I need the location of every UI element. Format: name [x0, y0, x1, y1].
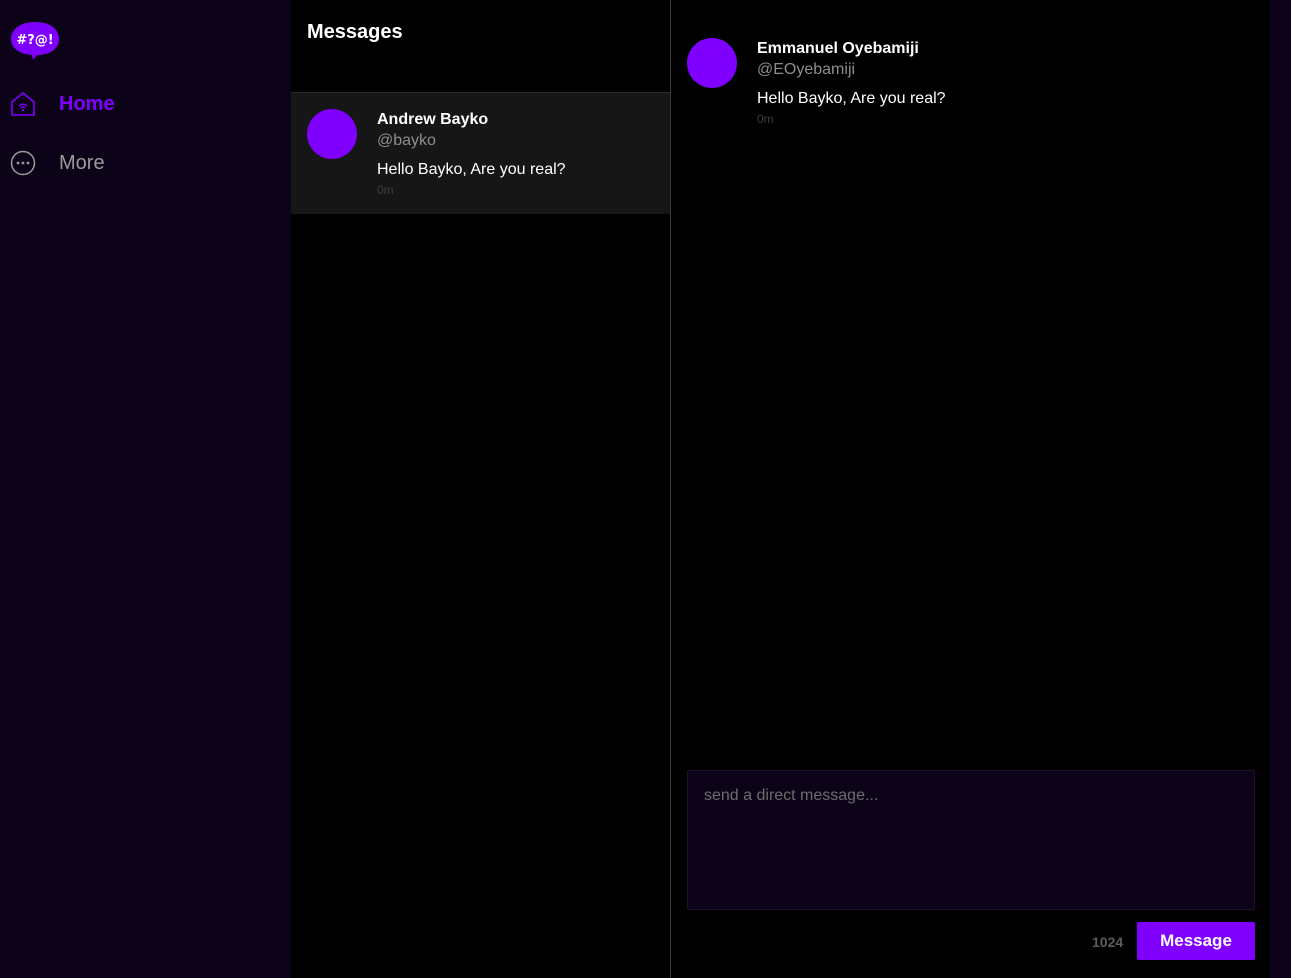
send-message-button[interactable]: Message	[1137, 922, 1255, 960]
message-time: 0m	[757, 112, 774, 126]
sidebar-item-home[interactable]: Home	[10, 89, 115, 119]
sidebar-item-more[interactable]: More	[10, 148, 105, 178]
message-sender-handle: @EOyebamiji	[757, 61, 856, 78]
conversation-body: Andrew Bayko @bayko Hello Bayko, Are you…	[377, 111, 566, 197]
app-root: #?@! Home More Messages Andrew Bayko @ba…	[0, 0, 1291, 978]
conversation-preview: Hello Bayko, Are you real?	[377, 161, 566, 178]
chat-panel: Emmanuel Oyebamiji @EOyebamiji Hello Bay…	[671, 0, 1270, 978]
home-icon	[10, 91, 36, 117]
message-text: Hello Bayko, Are you real?	[757, 90, 946, 107]
message-sender-name: Emmanuel Oyebamiji	[757, 40, 919, 57]
message-composer-input[interactable]	[687, 770, 1255, 910]
logo-bubble-icon: #?@!	[11, 22, 59, 60]
page-title: Messages	[307, 21, 403, 43]
sidebar: #?@! Home More	[0, 0, 291, 978]
more-icon	[10, 150, 36, 176]
messages-list-panel: Messages Andrew Bayko @bayko Hello Bayko…	[291, 0, 671, 978]
conversation-name: Andrew Bayko	[377, 111, 489, 128]
sidebar-item-label: Home	[59, 92, 115, 115]
chat-message-body: Emmanuel Oyebamiji @EOyebamiji Hello Bay…	[757, 40, 946, 126]
right-edge-strip	[1270, 0, 1291, 978]
app-logo[interactable]: #?@!	[10, 20, 60, 62]
avatar	[307, 109, 357, 159]
char-counter: 1024	[1092, 934, 1124, 950]
conversation-time: 0m	[377, 183, 394, 197]
avatar	[687, 38, 737, 88]
conversation-handle: @bayko	[377, 132, 436, 149]
conversation-item[interactable]: Andrew Bayko @bayko Hello Bayko, Are you…	[291, 93, 670, 214]
svg-text:#?@!: #?@!	[16, 33, 53, 48]
sidebar-item-label: More	[59, 151, 105, 174]
